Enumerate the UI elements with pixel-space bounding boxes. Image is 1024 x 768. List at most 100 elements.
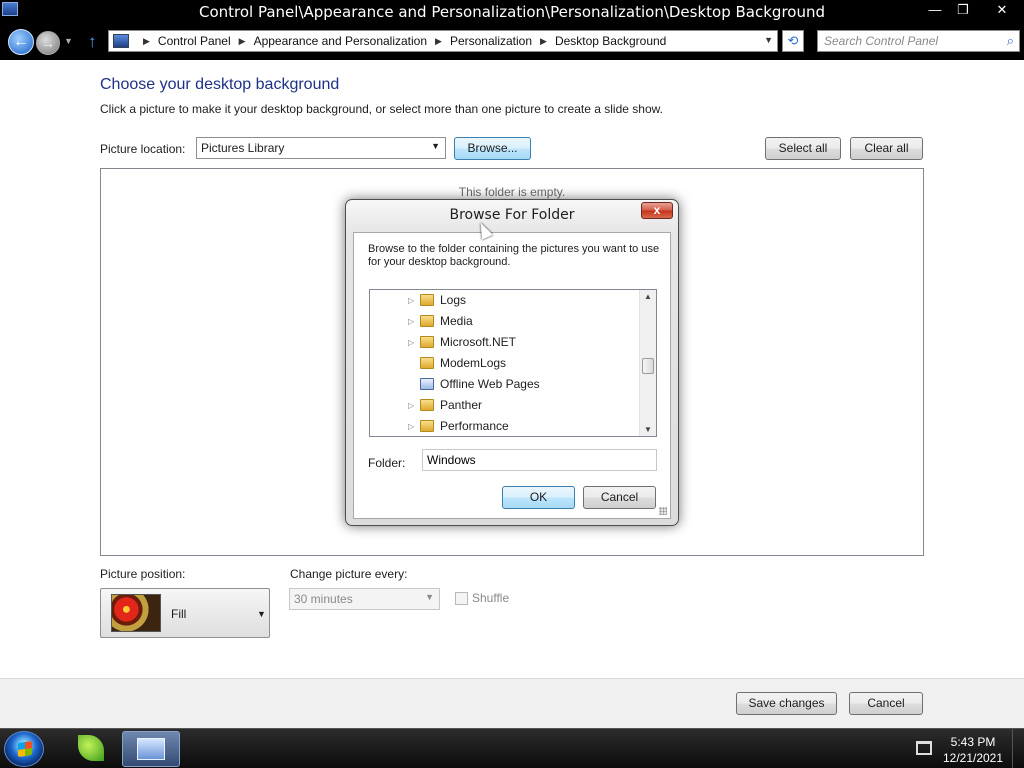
folder-icon <box>420 336 434 348</box>
close-window-button[interactable]: ✕ <box>982 0 1022 20</box>
expand-arrow-icon[interactable]: ▷ <box>408 311 414 332</box>
breadcrumb-personalization[interactable]: Personalization <box>450 34 532 49</box>
footer-bar: Save changes Cancel <box>0 678 1024 728</box>
folder-icon <box>420 420 434 432</box>
tree-item-label: ModemLogs <box>440 356 507 370</box>
change-picture-interval-value: 30 minutes <box>294 592 353 606</box>
tree-item-label: Offline Web Pages <box>440 377 540 391</box>
clear-all-button[interactable]: Clear all <box>850 137 923 160</box>
page-instruction: Click a picture to make it your desktop … <box>100 102 663 116</box>
search-icon[interactable]: ⌕ <box>1007 33 1014 49</box>
breadcrumb-separator-icon[interactable]: ▶ <box>540 34 547 49</box>
windows-logo-icon <box>18 741 32 757</box>
taskbar: 5:43 PM 12/21/2021 <box>0 728 1024 768</box>
chevron-down-icon: ▼ <box>431 141 440 151</box>
clock-date[interactable]: 12/21/2021 <box>940 751 1006 765</box>
ok-button[interactable]: OK <box>502 486 575 509</box>
leaf-app-icon <box>78 735 104 761</box>
shuffle-checkbox[interactable] <box>455 592 468 605</box>
tree-scrollbar[interactable]: ▲ ▼ <box>639 290 656 436</box>
tree-item[interactable]: Offline Web Pages <box>370 374 638 395</box>
search-input[interactable] <box>824 33 994 49</box>
folder-icon <box>420 294 434 306</box>
tree-item[interactable]: ModemLogs <box>370 353 638 374</box>
address-bar[interactable]: ▶ Control Panel ▶ Appearance and Persona… <box>108 30 778 52</box>
expand-arrow-icon[interactable]: ▷ <box>408 332 414 353</box>
folder-label: Folder: <box>368 456 406 470</box>
start-button[interactable] <box>4 731 44 767</box>
breadcrumb-control-panel[interactable]: Control Panel <box>158 34 231 49</box>
expand-arrow-icon[interactable]: ▷ <box>408 395 414 416</box>
change-picture-every-label: Change picture every: <box>290 567 408 581</box>
refresh-button[interactable]: ⟲ <box>782 30 804 52</box>
position-preview-thumbnail <box>111 594 161 632</box>
window-title: Control Panel\Appearance and Personaliza… <box>198 3 825 21</box>
picture-location-label: Picture location: <box>100 142 186 156</box>
tree-item-label: Performance <box>440 419 509 433</box>
tree-item-label: Media <box>440 314 473 328</box>
back-button[interactable]: ← <box>8 29 34 55</box>
breadcrumb-separator-icon[interactable]: ▶ <box>143 34 150 49</box>
tree-item-label: Panther <box>440 398 483 412</box>
tree-item-label: Microsoft.NET <box>440 335 517 349</box>
browse-for-folder-dialog: Browse For Folder x Browse to the folder… <box>345 199 679 526</box>
navigation-bar: ← → ▼ ↑ ▶ Control Panel ▶ Appearance and… <box>0 24 1024 60</box>
folder-tree[interactable]: ▷ Logs ▷ Media ▷ Microsoft.NET ModemLogs… <box>369 289 657 437</box>
picture-position-label: Picture position: <box>100 567 186 581</box>
page-title: Choose your desktop background <box>100 76 340 93</box>
breadcrumb-appearance-and-personalization[interactable]: Appearance and Personalization <box>254 34 427 49</box>
shuffle-label: Shuffle <box>472 591 510 605</box>
expand-arrow-icon[interactable]: ▷ <box>408 416 414 436</box>
tree-item[interactable]: ▷ Media <box>370 311 638 332</box>
tree-item[interactable]: ▷ Microsoft.NET <box>370 332 638 353</box>
taskbar-app-control-panel[interactable] <box>122 731 180 767</box>
breadcrumb-desktop-background[interactable]: Desktop Background <box>555 34 666 49</box>
dialog-cancel-button[interactable]: Cancel <box>583 486 656 509</box>
scroll-up-arrow-icon[interactable]: ▲ <box>644 292 652 301</box>
expand-arrow-icon[interactable]: ▷ <box>408 290 414 311</box>
chevron-down-icon: ▼ <box>257 609 266 619</box>
dialog-close-button[interactable]: x <box>641 202 673 219</box>
scroll-down-arrow-icon[interactable]: ▼ <box>644 425 652 434</box>
search-box[interactable]: ⌕ <box>817 30 1020 52</box>
recent-pages-dropdown-icon[interactable]: ▼ <box>64 36 73 46</box>
picture-position-value: Fill <box>171 607 187 621</box>
picture-location-dropdown[interactable]: Pictures Library ▼ <box>196 137 446 159</box>
folder-icon <box>420 399 434 411</box>
dialog-body: Browse to the folder containing the pict… <box>353 232 671 519</box>
dialog-title: Browse For Folder <box>449 207 575 223</box>
title-bar: Control Panel\Appearance and Personaliza… <box>0 0 1024 24</box>
folder-input[interactable] <box>422 449 657 471</box>
up-level-button[interactable]: ↑ <box>88 32 97 52</box>
clock-time[interactable]: 5:43 PM <box>944 735 1002 749</box>
restore-button[interactable]: ❐ <box>946 0 980 20</box>
folder-icon <box>420 357 434 369</box>
control-panel-icon <box>137 738 165 760</box>
resize-grip-icon[interactable] <box>659 507 667 515</box>
dialog-description: Browse to the folder containing the pict… <box>368 243 660 268</box>
forward-button[interactable]: → <box>36 31 60 55</box>
tree-item[interactable]: ▷ Logs <box>370 290 638 311</box>
tree-item[interactable]: ▷ Performance <box>370 416 638 436</box>
breadcrumb-separator-icon[interactable]: ▶ <box>435 34 442 49</box>
breadcrumb-separator-icon[interactable]: ▶ <box>239 34 246 49</box>
tree-item-label: Logs <box>440 293 467 307</box>
offline-web-pages-icon <box>420 378 434 390</box>
taskbar-app-leaf[interactable] <box>68 731 116 767</box>
select-all-button[interactable]: Select all <box>765 137 841 160</box>
picture-location-value: Pictures Library <box>201 141 285 155</box>
folder-icon <box>420 315 434 327</box>
empty-folder-message: This folder is empty. <box>458 185 566 199</box>
picture-position-dropdown[interactable]: Fill ▼ <box>100 588 270 638</box>
tree-item[interactable]: ▷ Panther <box>370 395 638 416</box>
cancel-button[interactable]: Cancel <box>849 692 923 715</box>
breadcrumb: ▶ Control Panel ▶ Appearance and Persona… <box>135 34 666 49</box>
show-desktop-button[interactable] <box>1012 729 1024 768</box>
address-dropdown-icon[interactable]: ▼ <box>764 35 773 45</box>
network-icon[interactable] <box>916 741 932 755</box>
scrollbar-thumb[interactable] <box>642 358 654 374</box>
save-changes-button[interactable]: Save changes <box>736 692 837 715</box>
control-panel-icon <box>113 34 129 48</box>
change-picture-interval-dropdown[interactable]: 30 minutes ▼ <box>289 588 440 610</box>
browse-button[interactable]: Browse... <box>454 137 531 160</box>
